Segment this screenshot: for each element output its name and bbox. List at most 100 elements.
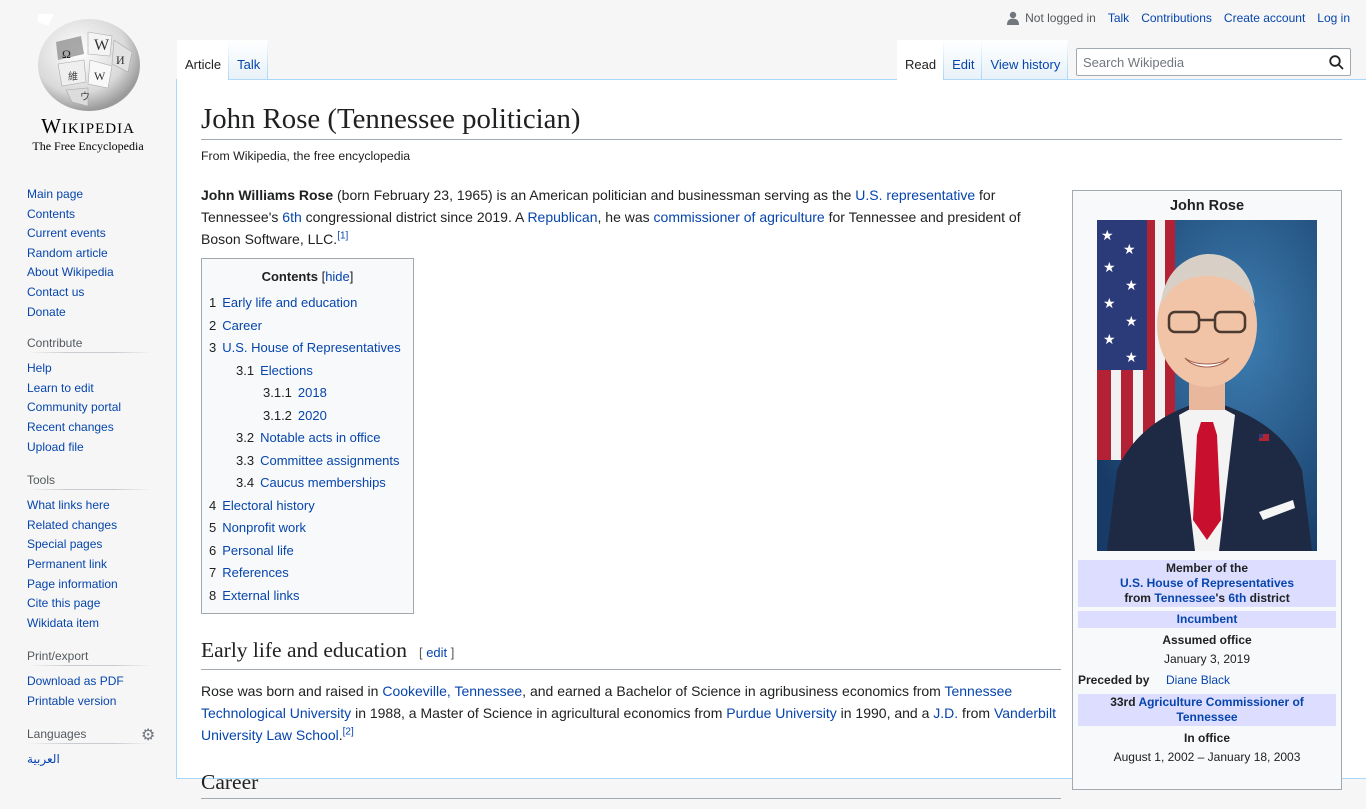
toc-text: References	[222, 565, 289, 580]
link-republican[interactable]: Republican	[527, 209, 597, 225]
toc-text: U.S. House of Representatives	[222, 340, 401, 355]
link-cookeville[interactable]: Cookeville, Tennessee	[382, 683, 522, 699]
table-of-contents: Contents [hide] 1 Early life and educatio…	[201, 258, 414, 614]
sidebar-item-help[interactable]: Help	[27, 361, 52, 375]
sidebar-item-upload-file[interactable]: Upload file	[27, 440, 84, 454]
toc-link[interactable]: 3.4 Caucus memberships	[236, 475, 386, 490]
sidebar-item-recent-changes[interactable]: Recent changes	[27, 420, 114, 434]
section-heading-early-life: Early life and education [ edit ]	[201, 636, 1061, 670]
toc-link[interactable]: 1 Early life and education	[209, 295, 357, 310]
sidebar-item-contents[interactable]: Contents	[27, 207, 75, 221]
toc-link[interactable]: 4 Electoral history	[209, 498, 315, 513]
sidebar-item-permanent-link[interactable]: Permanent link	[27, 557, 107, 571]
sidebar-item-current-events[interactable]: Current events	[27, 226, 106, 240]
svg-text:Ω: Ω	[62, 47, 71, 61]
sidebar-heading-tools: Tools	[27, 473, 152, 491]
link-tennessee[interactable]: Tennessee	[1154, 591, 1215, 605]
link-us-representative[interactable]: U.S. representative	[855, 187, 975, 203]
section-heading-career: Career	[201, 768, 1061, 799]
toc-link[interactable]: 3.2 Notable acts in office	[236, 430, 381, 445]
sidebar-item-download-pdf[interactable]: Download as PDF	[27, 674, 124, 688]
sidebar-item-donate[interactable]: Donate	[27, 305, 66, 319]
sidebar-item-about-wikipedia[interactable]: About Wikipedia	[27, 265, 114, 279]
svg-text:W: W	[94, 69, 106, 83]
paragraph-text: in 1990, and a	[836, 705, 934, 721]
tab-view-history[interactable]: View history	[982, 40, 1068, 80]
reference-1[interactable]: [1]	[337, 230, 348, 241]
toc-hide-link[interactable]: hide	[325, 269, 350, 284]
toc-link[interactable]: 2 Career	[209, 318, 262, 333]
toc-number: 7	[209, 565, 217, 580]
toc-number: 3.1	[236, 362, 255, 378]
lead-text: , he was	[597, 209, 654, 225]
toc-link[interactable]: 5 Nonprofit work	[209, 520, 306, 535]
sidebar-heading-print-export: Print/export	[27, 649, 152, 667]
toc-text: 2018	[297, 385, 327, 400]
wikipedia-logo[interactable]: W Ω И 維 W ウ Wikipedia The Free Encyclope…	[0, 0, 176, 160]
sidebar-item-random-article[interactable]: Random article	[27, 246, 108, 260]
log-in-link[interactable]: Log in	[1317, 11, 1350, 25]
svg-text:★: ★	[1103, 260, 1116, 276]
link-us-house[interactable]: U.S. House of Representatives	[1120, 576, 1294, 590]
toc-item: 5 Nonprofit work	[209, 517, 406, 540]
tab-talk[interactable]: Talk	[229, 40, 268, 80]
sidebar-item-page-information[interactable]: Page information	[27, 577, 118, 591]
tab-article[interactable]: Article	[177, 40, 229, 80]
sidebar-item-wikidata-item[interactable]: Wikidata item	[27, 616, 99, 630]
toc-list: 1 Early life and education 2 Career 3 U.S. Ho…	[209, 292, 406, 607]
section-edit: [ edit ]	[418, 645, 455, 660]
toc-link[interactable]: 3.1.2 2020	[263, 408, 327, 423]
wikipedia-tagline: The Free Encyclopedia	[32, 139, 144, 153]
svg-text:★: ★	[1103, 296, 1116, 312]
toc-item: 3.4 Caucus memberships	[209, 472, 406, 495]
sidebar-item-printable-version[interactable]: Printable version	[27, 694, 116, 708]
search-input[interactable]	[1077, 49, 1322, 75]
create-account-link[interactable]: Create account	[1224, 11, 1305, 25]
link-diane-black[interactable]: Diane Black	[1166, 673, 1230, 688]
not-logged-in-label: Not logged in	[1025, 11, 1096, 25]
toc-link[interactable]: 3.3 Committee assignments	[236, 453, 400, 468]
sidebar-item-related-changes[interactable]: Related changes	[27, 518, 117, 532]
sidebar-item-what-links-here[interactable]: What links here	[27, 498, 110, 512]
contributions-link[interactable]: Contributions	[1141, 11, 1212, 25]
toc-item: 6 Personal life	[209, 540, 406, 563]
toc-text: Personal life	[222, 542, 294, 558]
sidebar-item-cite-this-page[interactable]: Cite this page	[27, 596, 100, 610]
reference-2[interactable]: [2]	[343, 726, 354, 737]
link-jd[interactable]: J.D.	[933, 705, 958, 721]
personal-talk-link[interactable]: Talk	[1108, 11, 1129, 25]
sidebar-item-special-pages[interactable]: Special pages	[27, 537, 102, 551]
toc-link[interactable]: 3.1.1 2018	[263, 385, 327, 400]
page-title: John Rose (Tennessee politician)	[201, 101, 1342, 140]
tab-read[interactable]: Read	[897, 40, 944, 80]
article-body: John Williams Rose (born February 23, 19…	[201, 184, 1061, 809]
toc-number: 3.3	[236, 452, 255, 468]
portrait-photo[interactable]: ★ ★ ★ ★ ★ ★ ★ ★	[1097, 220, 1317, 551]
infobox-label: Assumed office	[1162, 633, 1252, 647]
sidebar-item-contact-us[interactable]: Contact us	[27, 285, 84, 299]
personal-tools: Not logged in Talk Contributions Create …	[1007, 11, 1350, 25]
toc-link[interactable]: 6 Personal life	[209, 543, 294, 558]
sidebar-item-learn-to-edit[interactable]: Learn to edit	[27, 381, 94, 395]
link-incumbent[interactable]: Incumbent	[1177, 612, 1238, 626]
link-6th-district[interactable]: 6th	[282, 209, 301, 225]
toc-link[interactable]: 8 External links	[209, 588, 300, 603]
toc-link[interactable]: 3 U.S. House of Representatives	[209, 340, 401, 355]
toc-text: 2020	[297, 407, 327, 423]
link-purdue[interactable]: Purdue University	[726, 705, 837, 721]
toc-hide-toggle: [hide]	[321, 269, 354, 284]
search-button[interactable]	[1322, 49, 1350, 75]
sidebar-item-main-page[interactable]: Main page	[27, 187, 83, 201]
sidebar-item-community-portal[interactable]: Community portal	[27, 400, 121, 414]
link-6th[interactable]: 6th	[1228, 591, 1246, 605]
tab-edit[interactable]: Edit	[944, 40, 982, 80]
view-tabs: Read Edit View history	[897, 40, 1068, 80]
toc-link[interactable]: 7 References	[209, 565, 289, 580]
section-edit-link[interactable]: edit	[426, 645, 447, 660]
link-commissioner-of-agriculture[interactable]: commissioner of agriculture	[654, 209, 825, 225]
sidebar-item-language-arabic[interactable]: العربية	[27, 752, 60, 766]
toc-link[interactable]: 3.1 Elections	[236, 363, 313, 378]
sidebar-contribute: Contribute Help Learn to edit Community …	[0, 336, 176, 457]
link-agriculture-commissioner[interactable]: Agriculture Commissioner of Tennessee	[1138, 695, 1303, 724]
language-settings-gear-icon[interactable]: ⚙	[141, 725, 155, 745]
